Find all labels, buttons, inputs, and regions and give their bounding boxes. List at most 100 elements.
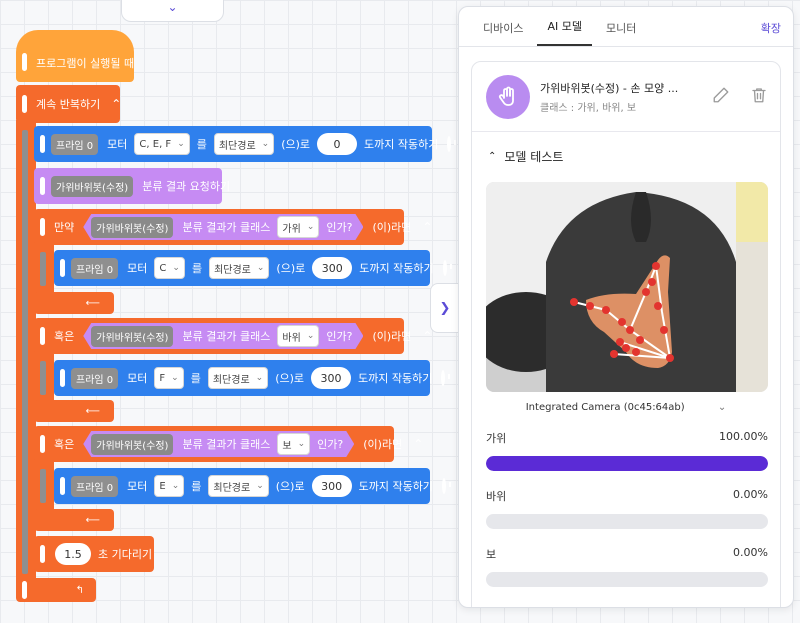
camera-select[interactable]: Integrated Camera (0c45:64ab) ⌄ <box>472 402 780 413</box>
mode-select[interactable]: 최단경로 ⌄ <box>208 475 269 497</box>
forever-loop-block[interactable]: 계속 반복하기 ⌃ <box>16 85 121 123</box>
elif-rail-grip <box>40 469 46 503</box>
block-grip <box>40 135 45 153</box>
mode-select[interactable]: 최단경로 ⌄ <box>209 257 270 279</box>
model-pill[interactable]: 가위바위봇(수정) <box>91 326 173 347</box>
block-grip <box>60 477 65 495</box>
class-result: 바위 0.00% <box>486 488 768 529</box>
class-condition[interactable]: 가위바위봇(수정) 분류 결과가 클래스 바위 ⌄ 인가? <box>83 323 363 349</box>
section-title: 모델 테스트 <box>504 150 564 164</box>
chevron-down-icon: ⌄ <box>255 373 264 383</box>
classify-label: 분류 결과 요청하기 <box>142 180 231 193</box>
motor-select[interactable]: E ⌄ <box>154 475 185 497</box>
class-select[interactable]: 보 ⌄ <box>277 433 310 455</box>
elif-keyword: 혹은 <box>54 438 75 451</box>
panel-tabs: 디바이스 AI 모델 모니터 확장 <box>459 7 793 47</box>
degree-input[interactable]: 300 <box>311 475 352 497</box>
classify-request-block[interactable]: 가위바위봇(수정) 분류 결과 요청하기 <box>34 168 230 204</box>
chevron-down-icon: ⌄ <box>261 139 270 149</box>
wait-block[interactable]: 1.5 초 기다리기 <box>34 536 154 572</box>
particle-label: 를 <box>196 138 207 151</box>
class-value: 가위 <box>282 223 301 235</box>
motor-value: F <box>159 372 166 384</box>
chevron-down-icon: ⌄ <box>717 402 727 413</box>
collapse-icon[interactable]: ⌃ <box>422 220 432 234</box>
trash-icon[interactable] <box>750 86 768 107</box>
chevron-down-icon: ⌄ <box>171 373 179 383</box>
collapse-icon[interactable]: ⌃ <box>422 329 432 343</box>
degree-input[interactable]: 300 <box>312 257 353 279</box>
chevron-down-icon: ⌄ <box>172 263 180 273</box>
condition-label: 분류 결과가 클래스 <box>182 438 271 451</box>
degree-input[interactable]: 0 <box>317 133 358 155</box>
mode-value: 최단경로 <box>214 264 251 276</box>
else-if-block[interactable]: 혹은 가위바위봇(수정) 분류 결과가 클래스 바위 ⌄ 인가? (이)라면 ⌃ <box>34 318 432 354</box>
block-grip <box>40 218 45 236</box>
block-grip <box>60 259 65 277</box>
class-label: 보 <box>486 548 497 561</box>
class-value: 보 <box>282 440 292 452</box>
chevron-down-icon: ⌄ <box>167 0 178 14</box>
confidence-bar-fill <box>486 456 768 471</box>
wait-label: 초 기다리기 <box>98 548 153 561</box>
mode-select[interactable]: 최단경로 ⌄ <box>213 133 275 155</box>
scroll-up-tab[interactable]: ⌄ <box>121 0 224 22</box>
then-label: (이)라면 <box>372 330 412 343</box>
device-pill[interactable]: 프라임 0 <box>71 475 119 497</box>
chevron-down-icon: ⌄ <box>306 331 315 341</box>
collapse-panel-button[interactable]: ❯ <box>430 283 460 333</box>
mode-select[interactable]: 최단경로 ⌄ <box>207 367 269 389</box>
tab-devices[interactable]: 디바이스 <box>473 20 533 46</box>
condition-suffix: 인가? <box>326 330 353 343</box>
collapse-icon[interactable]: ⌃ <box>111 97 121 111</box>
if-keyword: 만약 <box>54 221 75 234</box>
chevron-down-icon: ⌄ <box>306 222 315 232</box>
class-percent: 0.00% <box>733 488 768 501</box>
action-label: 도까지 작동하기 <box>358 372 433 385</box>
suffix-label: (으)로 <box>275 480 305 493</box>
device-pill[interactable]: 프라임 0 <box>71 257 119 279</box>
model-test-section[interactable]: ⌃ 모델 테스트 <box>488 148 563 165</box>
condition-label: 분류 결과가 클래스 <box>182 221 271 234</box>
action-label: 도까지 작동하기 <box>359 262 434 275</box>
chevron-down-icon: ⌄ <box>177 139 185 149</box>
motor-run-block[interactable]: 프라임 0 모터 C ⌄ 를 최단경로 ⌄ (으)로 300 도까지 작동하기 <box>54 250 452 286</box>
else-if-block[interactable]: 혹은 가위바위봇(수정) 분류 결과가 클래스 보 ⌄ 인가? (이)라면 ⌃ <box>34 426 423 462</box>
tab-monitor[interactable]: 모니터 <box>596 20 646 46</box>
motor-run-block[interactable]: 프라임 0 모터 C, E, F ⌄ 를 최단경로 ⌄ (으)로 0 도까지 작동하… <box>34 126 457 162</box>
block-grip <box>60 369 65 387</box>
class-condition[interactable]: 가위바위봇(수정) 분류 결과가 클래스 가위 ⌄ 인가? <box>83 214 363 240</box>
edit-icon[interactable] <box>712 86 730 107</box>
wait-seconds-input[interactable]: 1.5 <box>55 543 91 565</box>
motor-select[interactable]: F ⌄ <box>154 367 184 389</box>
block-grip <box>22 95 27 113</box>
model-pill[interactable]: 가위바위봇(수정) <box>51 175 134 197</box>
device-pill[interactable]: 프라임 0 <box>51 133 99 155</box>
when-program-starts-block[interactable]: 프로그램이 실행될 때 <box>16 30 134 82</box>
motor-run-block[interactable]: 프라임 0 모터 F ⌄ 를 최단경로 ⌄ (으)로 300 도까지 작동하기 <box>54 360 451 396</box>
timer-icon <box>441 478 451 494</box>
class-select[interactable]: 바위 ⌄ <box>277 325 319 347</box>
if-block[interactable]: 만약 가위바위봇(수정) 분류 결과가 클래스 가위 ⌄ 인가? (이)라면 ⌃ <box>34 209 432 245</box>
motor-run-block[interactable]: 프라임 0 모터 E ⌄ 를 최단경로 ⌄ (으)로 300 도까지 작동하기 <box>54 468 451 504</box>
action-label: 도까지 작동하기 <box>358 480 433 493</box>
model-header: 가위바위봇(수정) - 손 모양 ... 클래스 : 가위, 바위, 보 <box>472 62 780 132</box>
class-result: 보 0.00% <box>486 546 768 587</box>
motor-select[interactable]: C, E, F ⌄ <box>134 133 190 155</box>
condition-label: 분류 결과가 클래스 <box>182 330 271 343</box>
chevron-down-icon: ⌄ <box>256 263 265 273</box>
collapse-icon[interactable]: ⌃ <box>413 437 423 451</box>
device-pill[interactable]: 프라임 0 <box>71 367 119 389</box>
model-pill[interactable]: 가위바위봇(수정) <box>91 434 173 455</box>
motor-label: 모터 <box>127 262 148 275</box>
chevron-down-icon: ⌄ <box>256 481 264 491</box>
class-condition[interactable]: 가위바위봇(수정) 분류 결과가 클래스 보 ⌄ 인가? <box>83 431 354 457</box>
block-grip <box>22 53 27 71</box>
model-pill[interactable]: 가위바위봇(수정) <box>91 217 173 238</box>
motor-select[interactable]: C ⌄ <box>154 257 185 279</box>
degree-input[interactable]: 300 <box>311 367 352 389</box>
tab-ai-model[interactable]: AI 모델 <box>537 18 592 46</box>
expand-button[interactable]: 확장 <box>761 20 781 36</box>
class-select[interactable]: 가위 ⌄ <box>277 216 319 238</box>
condition-suffix: 인가? <box>326 221 353 234</box>
